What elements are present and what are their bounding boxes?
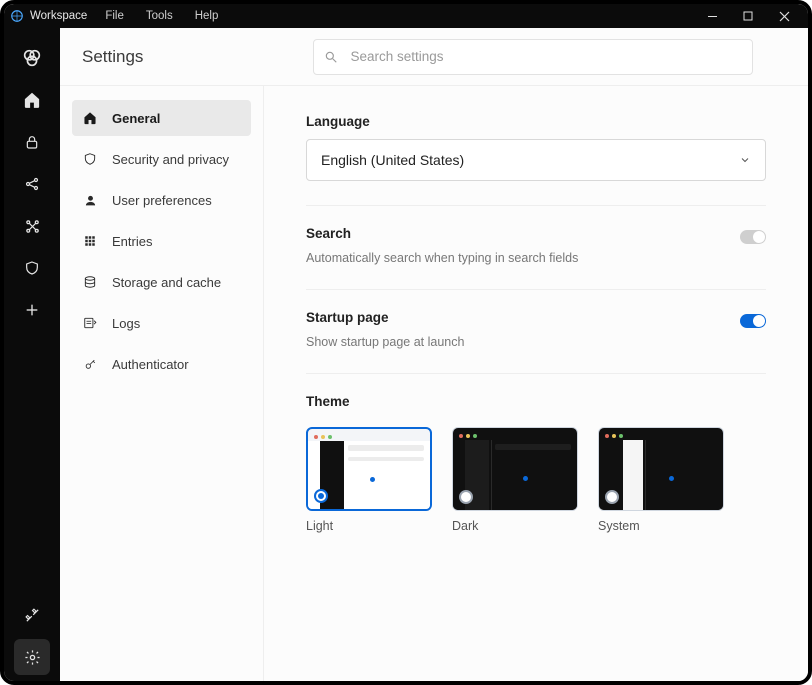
key-icon [82, 356, 98, 372]
maximize-button[interactable] [730, 4, 766, 28]
tools-crossed-icon [24, 607, 41, 624]
database-icon [82, 274, 98, 290]
section-subtitle: Automatically search when typing in sear… [306, 251, 740, 265]
sidebar-item-label: Storage and cache [112, 275, 221, 290]
rail-lock[interactable] [14, 124, 50, 160]
close-button[interactable] [766, 4, 802, 28]
minimize-button[interactable] [694, 4, 730, 28]
shield-icon [24, 260, 40, 276]
menu-file[interactable]: File [105, 10, 124, 22]
rail-settings[interactable] [14, 639, 50, 675]
sidebar-item-security[interactable]: Security and privacy [72, 141, 251, 177]
sidebar-item-authenticator[interactable]: Authenticator [72, 346, 251, 382]
page-title: Settings [82, 47, 143, 67]
search-wrap [313, 39, 753, 75]
home-icon [23, 91, 41, 109]
rail-shield[interactable] [14, 250, 50, 286]
sidebar-item-user-prefs[interactable]: User preferences [72, 182, 251, 218]
logo-icon [21, 47, 43, 69]
sidebar-item-label: General [112, 111, 160, 126]
theme-thumb-dark [452, 427, 578, 511]
main-area: Settings General Security and privacy [60, 28, 808, 681]
graph-icon [24, 218, 41, 235]
sidebar-item-label: Entries [112, 234, 152, 249]
chevron-down-icon [739, 154, 751, 166]
settings-panel: Language English (United States) Search … [264, 86, 808, 681]
theme-thumb-system [598, 427, 724, 511]
window-controls [694, 4, 802, 28]
sidebar-item-storage[interactable]: Storage and cache [72, 264, 251, 300]
language-value: English (United States) [321, 152, 464, 168]
rail-share[interactable] [14, 166, 50, 202]
theme-option-light[interactable]: Light [306, 427, 432, 533]
menu-tools[interactable]: Tools [146, 10, 173, 22]
section-startup: Startup page Show startup page at launch [306, 310, 766, 374]
search-toggle[interactable] [740, 230, 766, 244]
rail-tools[interactable] [14, 597, 50, 633]
menu-help[interactable]: Help [195, 10, 219, 22]
theme-options: Light Dark [306, 427, 766, 533]
language-select[interactable]: English (United States) [306, 139, 766, 181]
rail-graph[interactable] [14, 208, 50, 244]
grid-icon [82, 233, 98, 249]
shield-icon [82, 151, 98, 167]
left-rail [4, 28, 60, 681]
theme-label: System [598, 519, 724, 533]
rail-logo[interactable] [14, 40, 50, 76]
sidebar-item-label: Logs [112, 316, 140, 331]
theme-option-dark[interactable]: Dark [452, 427, 578, 533]
sidebar-item-label: User preferences [112, 193, 212, 208]
sidebar-item-entries[interactable]: Entries [72, 223, 251, 259]
app-name: Workspace [30, 10, 87, 22]
search-input[interactable] [313, 39, 753, 75]
search-icon [324, 50, 338, 64]
radio-icon [459, 490, 473, 504]
user-icon [82, 192, 98, 208]
section-title: Language [306, 114, 766, 129]
theme-label: Dark [452, 519, 578, 533]
rail-home[interactable] [14, 82, 50, 118]
section-language: Language English (United States) [306, 114, 766, 206]
app-window: Workspace File Tools Help [0, 0, 812, 685]
section-title: Startup page [306, 310, 740, 325]
theme-thumb-light [306, 427, 432, 511]
share-alt-icon [24, 176, 40, 192]
plus-icon [24, 302, 40, 318]
startup-toggle[interactable] [740, 314, 766, 328]
app-logo-icon [10, 9, 24, 23]
settings-sidebar: General Security and privacy User prefer… [60, 86, 264, 681]
home-icon [82, 110, 98, 126]
section-subtitle: Show startup page at launch [306, 335, 740, 349]
sidebar-item-logs[interactable]: Logs [72, 305, 251, 341]
topbar: Settings [60, 28, 808, 86]
section-title: Theme [306, 394, 766, 409]
radio-icon [605, 490, 619, 504]
section-search: Search Automatically search when typing … [306, 226, 766, 290]
sidebar-item-label: Authenticator [112, 357, 189, 372]
theme-label: Light [306, 519, 432, 533]
section-title: Search [306, 226, 740, 241]
logs-icon [82, 315, 98, 331]
gear-icon [24, 649, 41, 666]
lock-icon [24, 134, 40, 150]
radio-icon [314, 489, 328, 503]
sidebar-item-label: Security and privacy [112, 152, 229, 167]
rail-add[interactable] [14, 292, 50, 328]
sidebar-item-general[interactable]: General [72, 100, 251, 136]
theme-option-system[interactable]: System [598, 427, 724, 533]
section-theme: Theme Light [306, 394, 766, 557]
menubar: Workspace File Tools Help [4, 4, 808, 28]
